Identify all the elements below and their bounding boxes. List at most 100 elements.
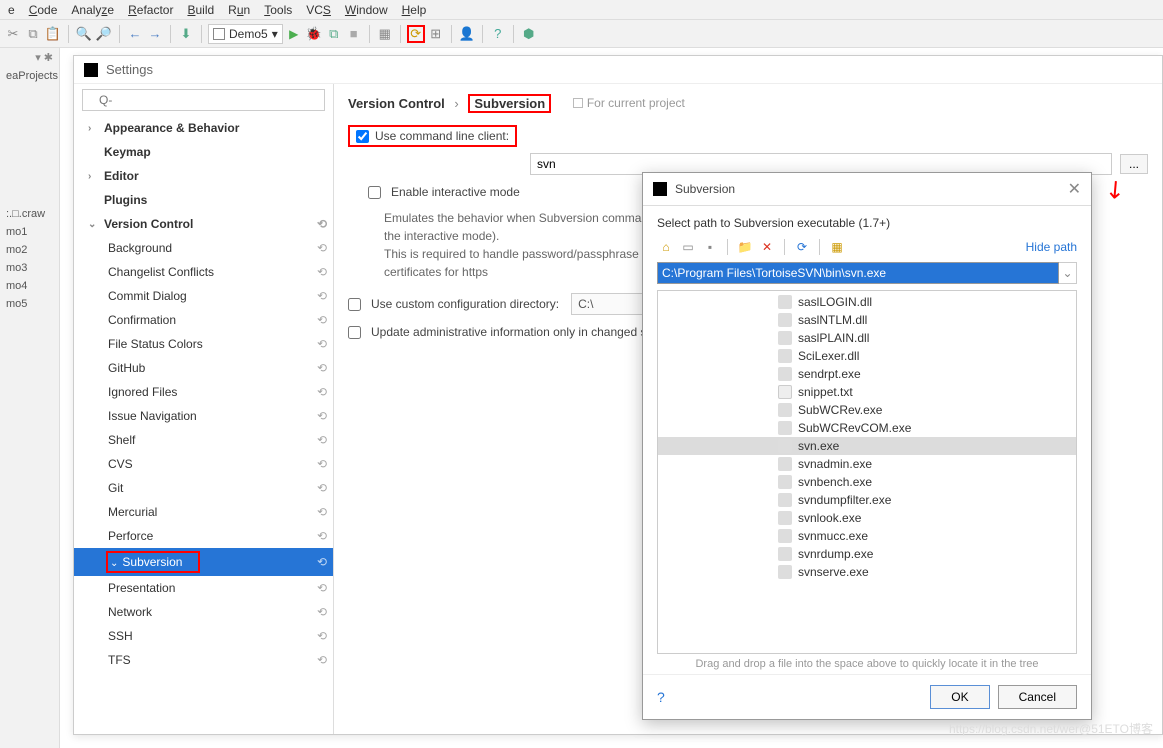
tree-cvs[interactable]: CVS⟲ xyxy=(74,452,333,476)
tree-background[interactable]: Background⟲ xyxy=(74,236,333,260)
tree-vc[interactable]: ⌄Version Control⟲ xyxy=(74,212,333,236)
tree-network[interactable]: Network⟲ xyxy=(74,600,333,624)
history-icon[interactable]: ⌄ xyxy=(1059,262,1077,284)
file-row[interactable]: saslLOGIN.dll xyxy=(658,293,1076,311)
menu-run[interactable]: Run xyxy=(228,3,250,17)
help-icon[interactable]: ? xyxy=(489,25,507,43)
show-hidden-icon[interactable]: ▦ xyxy=(828,238,846,256)
find-icon[interactable]: 🔍 xyxy=(75,25,93,43)
close-icon[interactable]: ✕ xyxy=(1068,179,1081,199)
build-icon[interactable]: ⬇ xyxy=(177,25,195,43)
menu-analyze[interactable]: Analyze xyxy=(71,3,114,17)
path-input[interactable] xyxy=(657,262,1059,284)
update-project-icon[interactable]: ⟳ xyxy=(407,25,425,43)
forward-icon[interactable]: → xyxy=(146,25,164,43)
enable-interactive-checkbox[interactable] xyxy=(368,186,381,199)
tree-tfs[interactable]: TFS⟲ xyxy=(74,648,333,672)
debug-icon[interactable]: 🐞 xyxy=(305,25,323,43)
settings-tree[interactable]: ›Appearance & Behavior Keymap ›Editor Pl… xyxy=(74,116,333,734)
copy-icon[interactable]: ⧉ xyxy=(24,25,42,43)
update-admin-checkbox[interactable] xyxy=(348,326,361,339)
list-item[interactable]: mo3 xyxy=(0,259,59,277)
new-folder-icon[interactable]: 📁 xyxy=(736,238,754,256)
menu-vcs[interactable]: VCS xyxy=(306,3,331,17)
tree-keymap[interactable]: Keymap xyxy=(74,140,333,164)
file-row[interactable]: svndumpfilter.exe xyxy=(658,491,1076,509)
run-config-dropdown[interactable]: Demo5 ▾ xyxy=(208,24,283,44)
file-row[interactable]: saslPLAIN.dll xyxy=(658,329,1076,347)
tree-github[interactable]: GitHub⟲ xyxy=(74,356,333,380)
breadcrumb-sep: › xyxy=(454,96,458,111)
tree-appearance[interactable]: ›Appearance & Behavior xyxy=(74,116,333,140)
paste-icon[interactable]: 📋 xyxy=(44,25,62,43)
menu-code[interactable]: Code xyxy=(29,3,58,17)
stop-icon[interactable]: ■ xyxy=(345,25,363,43)
use-custom-dir-checkbox[interactable] xyxy=(348,298,361,311)
tree-issue-navigation[interactable]: Issue Navigation⟲ xyxy=(74,404,333,428)
menu-refactor[interactable]: Refactor xyxy=(128,3,173,17)
menu-help[interactable]: Help xyxy=(402,3,427,17)
tree-mercurial[interactable]: Mercurial⟲ xyxy=(74,500,333,524)
file-icon xyxy=(778,367,792,381)
back-icon[interactable]: ← xyxy=(126,25,144,43)
scissors-icon[interactable]: ✂ xyxy=(4,25,22,43)
file-row[interactable]: SubWCRev.exe xyxy=(658,401,1076,419)
list-item[interactable]: mo1 xyxy=(0,223,59,241)
file-row[interactable]: SciLexer.dll xyxy=(658,347,1076,365)
tree-changelist-conflicts[interactable]: Changelist Conflicts⟲ xyxy=(74,260,333,284)
cancel-button[interactable]: Cancel xyxy=(998,685,1077,709)
help-icon[interactable]: ? xyxy=(657,689,665,705)
file-row[interactable]: svn.exe xyxy=(658,437,1076,455)
plugin-icon[interactable]: ⬢ xyxy=(520,25,538,43)
file-row[interactable]: snippet.txt xyxy=(658,383,1076,401)
file-row[interactable]: sendrpt.exe xyxy=(658,365,1076,383)
project-icon[interactable]: ▭ xyxy=(679,238,697,256)
tree-shelf[interactable]: Shelf⟲ xyxy=(74,428,333,452)
list-item[interactable]: mo2 xyxy=(0,241,59,259)
breadcrumb-root[interactable]: Version Control xyxy=(348,96,445,111)
tree-subversion[interactable]: ⌄Subversion⟲ xyxy=(74,548,333,576)
coverage-icon[interactable]: ⧉ xyxy=(325,25,343,43)
tree-commit-dialog[interactable]: Commit Dialog⟲ xyxy=(74,284,333,308)
tree-editor[interactable]: ›Editor xyxy=(74,164,333,188)
list-item[interactable]: mo5 xyxy=(0,295,59,313)
profile-icon[interactable]: ▦ xyxy=(376,25,394,43)
run-icon[interactable]: ▶ xyxy=(285,25,303,43)
avatar-icon[interactable]: 👤 xyxy=(458,25,476,43)
tree-git[interactable]: Git⟲ xyxy=(74,476,333,500)
file-row[interactable]: svnbench.exe xyxy=(658,473,1076,491)
file-row[interactable]: SubWCRevCOM.exe xyxy=(658,419,1076,437)
file-row[interactable]: svnrdump.exe xyxy=(658,545,1076,563)
menu-e[interactable]: e xyxy=(8,3,15,17)
menu-window[interactable]: Window xyxy=(345,3,388,17)
file-tree[interactable]: saslLOGIN.dllsaslNTLM.dllsaslPLAIN.dllSc… xyxy=(657,290,1077,654)
file-row[interactable]: svnlook.exe xyxy=(658,509,1076,527)
menu-build[interactable]: Build xyxy=(187,3,214,17)
tree-confirmation[interactable]: Confirmation⟲ xyxy=(74,308,333,332)
subversion-dialog: Subversion ✕ Select path to Subversion e… xyxy=(642,172,1092,720)
delete-icon[interactable]: ✕ xyxy=(758,238,776,256)
browse-button[interactable]: ... xyxy=(1120,154,1148,174)
menu-tools[interactable]: Tools xyxy=(264,3,292,17)
file-row[interactable]: saslNTLM.dll xyxy=(658,311,1076,329)
ok-button[interactable]: OK xyxy=(930,685,989,709)
refresh-icon[interactable]: ⟳ xyxy=(793,238,811,256)
use-cmd-checkbox[interactable] xyxy=(356,130,369,143)
replace-icon[interactable]: 🔎 xyxy=(95,25,113,43)
tree-ignored-files[interactable]: Ignored Files⟲ xyxy=(74,380,333,404)
tree-plugins[interactable]: Plugins xyxy=(74,188,333,212)
tree-presentation[interactable]: Presentation⟲ xyxy=(74,576,333,600)
hide-path-link[interactable]: Hide path xyxy=(1026,240,1077,254)
file-row[interactable]: svnadmin.exe xyxy=(658,455,1076,473)
commit-icon[interactable]: ⊞ xyxy=(427,25,445,43)
tree-file-status-colors[interactable]: File Status Colors⟲ xyxy=(74,332,333,356)
home-icon[interactable]: ⌂ xyxy=(657,238,675,256)
breadcrumb: Version Control › Subversion For current… xyxy=(348,94,1148,113)
file-row[interactable]: svnmucc.exe xyxy=(658,527,1076,545)
file-row[interactable]: svnserve.exe xyxy=(658,563,1076,581)
module-icon[interactable]: ▪ xyxy=(701,238,719,256)
tree-ssh[interactable]: SSH⟲ xyxy=(74,624,333,648)
tree-perforce[interactable]: Perforce⟲ xyxy=(74,524,333,548)
search-input[interactable] xyxy=(82,89,325,111)
list-item[interactable]: mo4 xyxy=(0,277,59,295)
